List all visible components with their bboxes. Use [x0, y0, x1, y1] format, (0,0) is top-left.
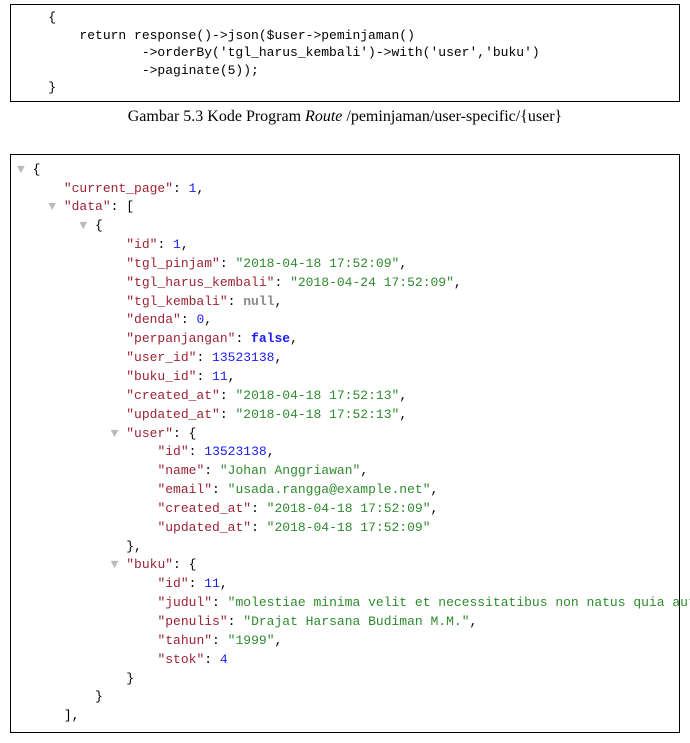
json-viewer: ▼ { "current_page": 1, ▼ "data": [ ▼ { "…: [10, 154, 680, 733]
json-line: ▼ "user": {: [11, 425, 679, 444]
figure-caption: Gambar 5.3 Kode Program Route /peminjama…: [0, 108, 690, 126]
json-line: ▼ {: [11, 161, 679, 180]
json-line: "tahun": "1999",: [11, 632, 679, 651]
json-line: "tgl_kembali": null,: [11, 293, 679, 312]
json-line: "created_at": "2018-04-18 17:52:09",: [11, 500, 679, 519]
json-line: "tgl_harus_kembali": "2018-04-24 17:52:0…: [11, 274, 679, 293]
json-line: "perpanjangan": false,: [11, 330, 679, 349]
code-line: ->orderBy('tgl_harus_kembali')->with('us…: [11, 44, 679, 62]
caption-prefix: Gambar 5.3 Kode Program: [128, 108, 305, 125]
json-line: "id": 1,: [11, 236, 679, 255]
json-line: ],: [11, 707, 679, 726]
json-line: }: [11, 688, 679, 707]
json-line: ▼ "data": [: [11, 198, 679, 217]
json-line: },: [11, 538, 679, 557]
code-box: { return response()->json($user->peminja…: [10, 4, 680, 102]
json-line: "current_page": 1,: [11, 180, 679, 199]
json-line: ▼ {: [11, 217, 679, 236]
json-line: "tgl_pinjam": "2018-04-18 17:52:09",: [11, 255, 679, 274]
json-line: "id": 11,: [11, 575, 679, 594]
json-line: "denda": 0,: [11, 311, 679, 330]
json-line: "buku_id": 11,: [11, 368, 679, 387]
json-line: "id": 13523138,: [11, 443, 679, 462]
caption-suffix: /peminjaman/user-specific/{user}: [342, 108, 562, 125]
code-line: {: [11, 9, 679, 27]
json-line: "created_at": "2018-04-18 17:52:13",: [11, 387, 679, 406]
json-line: "updated_at": "2018-04-18 17:52:13",: [11, 406, 679, 425]
code-line: }: [11, 79, 679, 97]
json-line: ▼ "buku": {: [11, 556, 679, 575]
caption-italic: Route: [305, 108, 342, 125]
json-line: "name": "Johan Anggriawan",: [11, 462, 679, 481]
code-line: ->paginate(5));: [11, 62, 679, 80]
json-line: "judul": "molestiae minima velit et nece…: [11, 594, 679, 613]
code-line: return response()->json($user->peminjama…: [11, 27, 679, 45]
json-line: "updated_at": "2018-04-18 17:52:09": [11, 519, 679, 538]
json-line: "penulis": "Drajat Harsana Budiman M.M."…: [11, 613, 679, 632]
json-line: "user_id": 13523138,: [11, 349, 679, 368]
json-line: }: [11, 670, 679, 689]
json-line: "stok": 4: [11, 651, 679, 670]
json-line: "email": "usada.rangga@example.net",: [11, 481, 679, 500]
